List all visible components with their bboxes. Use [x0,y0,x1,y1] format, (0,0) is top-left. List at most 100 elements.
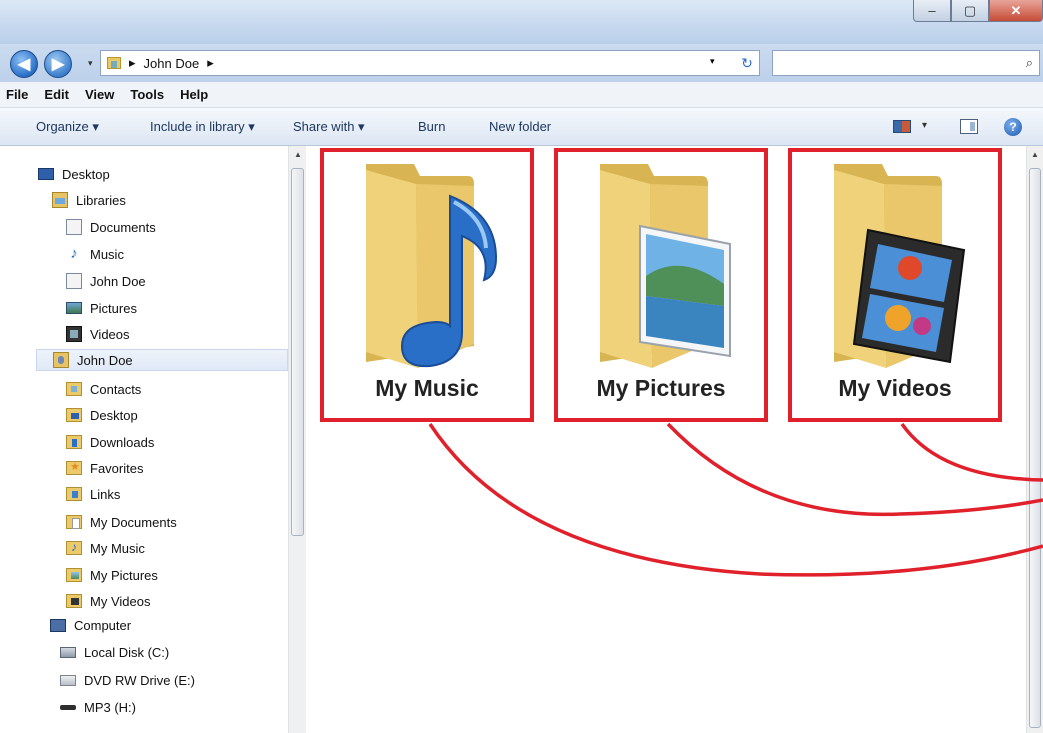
window-controls: – ▢ ✕ [913,0,1043,22]
computer-icon [50,618,66,632]
search-icon[interactable]: ⌕ [1026,55,1033,71]
view-options-dropdown[interactable]: ▾ [922,120,927,131]
nav-item-mp3-drive[interactable]: MP3 (H:) [60,696,136,718]
address-row: ◀ ▶ ▾ ▸ John Doe ▸ ▾ ↻ ⌕ [0,44,1043,82]
desktop-icon [38,168,54,180]
folder-label: My Music [375,375,479,401]
nav-item-documents[interactable]: Documents [66,216,156,238]
music-folder-icon [366,164,498,368]
user-folder-icon [53,352,69,368]
share-with-button[interactable]: Share with ▾ [293,119,365,135]
recent-pages-dropdown[interactable]: ▾ [88,58,93,69]
nav-item-label: DVD RW Drive (E:) [84,672,195,688]
nav-item-label: Pictures [90,300,137,316]
folder-tile-my-videos[interactable]: My Videos [788,148,1002,422]
desktop-folder-icon [66,408,82,422]
nav-item-local-disk[interactable]: Local Disk (C:) [60,641,169,663]
menu-file[interactable]: File [6,87,28,102]
mp3-drive-icon [60,704,76,710]
burn-button[interactable]: Burn [418,119,445,134]
scrollbar-thumb[interactable] [291,168,304,536]
nav-item-contacts[interactable]: Contacts [66,378,141,400]
navigation-scrollbar[interactable]: ▲ [288,146,306,733]
back-button[interactable]: ◀ [10,50,38,78]
my-music-folder-icon [66,540,82,555]
breadcrumb-separator-trailing[interactable]: ▸ [207,55,214,71]
include-in-library-button[interactable]: Include in library ▾ [150,119,255,135]
nav-item-label: Favorites [90,460,144,476]
nav-item-favorites[interactable]: Favorites [66,457,143,479]
minimize-button[interactable]: – [913,0,951,22]
help-icon[interactable]: ? [1004,118,1022,136]
close-button[interactable]: ✕ [989,0,1043,22]
nav-item-label: John Doe [90,273,146,289]
maximize-button[interactable]: ▢ [951,0,989,22]
menu-edit[interactable]: Edit [44,87,69,102]
folder-tile-my-pictures[interactable]: My Pictures [554,148,768,422]
nav-item-john-doe-library[interactable]: John Doe [66,270,146,292]
nav-item-links[interactable]: Links [66,483,120,505]
forward-button[interactable]: ▶ [44,50,72,78]
videos-icon [66,326,82,342]
breadcrumb-separator[interactable]: ▸ [129,55,136,71]
nav-item-label: My Pictures [90,567,158,583]
nav-item-dvd-drive[interactable]: DVD RW Drive (E:) [60,669,195,691]
file-list-pane: My Music My Pictures My Videos [306,146,1026,733]
nav-item-john-doe[interactable]: John Doe [36,349,288,371]
scroll-up-arrow-icon[interactable]: ▲ [294,150,302,159]
content-scrollbar[interactable]: ▲ [1026,146,1043,733]
breadcrumb-current[interactable]: John Doe [144,56,200,71]
nav-item-label: My Documents [90,514,177,530]
nav-item-libraries[interactable]: Libraries [52,189,126,211]
nav-item-label: Downloads [90,434,155,450]
title-bar: – ▢ ✕ [0,0,1043,44]
folder-tile-my-music[interactable]: My Music [320,148,534,422]
my-videos-folder-icon [66,594,82,608]
nav-item-label: MP3 (H:) [84,699,136,715]
nav-item-label: John Doe [77,352,133,368]
nav-item-videos[interactable]: Videos [66,323,130,345]
preview-pane-icon[interactable] [960,119,978,134]
nav-item-pictures[interactable]: Pictures [66,297,137,319]
nav-item-computer[interactable]: Computer [50,614,131,636]
my-pictures-folder-icon [66,568,82,582]
pictures-icon [66,302,82,314]
favorites-folder-icon [66,460,82,475]
nav-item-desktop[interactable]: Desktop [38,163,110,185]
refresh-button[interactable]: ↻ [735,51,759,75]
nav-item-label: Links [90,486,121,502]
user-folder-icon [66,273,82,289]
documents-icon [66,219,82,235]
nav-item-my-pictures[interactable]: My Pictures [66,564,158,586]
folder-label: My Videos [838,375,952,401]
nav-item-my-music[interactable]: My Music [66,537,145,559]
links-folder-icon [66,487,82,501]
scroll-up-arrow-icon[interactable]: ▲ [1031,150,1039,159]
music-icon: ♪ [70,245,78,262]
menu-help[interactable]: Help [180,87,208,102]
nav-item-label: Contacts [90,381,142,397]
nav-item-desktop-folder[interactable]: Desktop [66,404,138,426]
scrollbar-thumb[interactable] [1029,168,1041,728]
menu-tools[interactable]: Tools [130,87,164,102]
nav-item-label: Videos [90,326,130,342]
local-disk-icon [60,646,76,658]
libraries-icon [52,192,68,208]
change-view-icon[interactable] [893,120,911,133]
nav-item-my-videos[interactable]: My Videos [66,590,150,612]
address-bar[interactable]: ▸ John Doe ▸ [100,50,760,76]
nav-item-downloads[interactable]: Downloads [66,431,154,453]
search-input[interactable]: ⌕ [772,50,1040,76]
nav-item-label: Music [90,246,124,262]
organize-button[interactable]: Organize ▾ [36,119,99,135]
new-folder-button[interactable]: New folder [489,119,551,134]
contacts-folder-icon [66,382,82,396]
nav-item-my-documents[interactable]: My Documents [66,511,177,533]
address-history-dropdown[interactable]: ▾ [710,56,715,67]
command-bar: Organize ▾ Include in library ▾ Share wi… [0,108,1043,146]
menu-bar: File Edit View Tools Help [0,82,1043,108]
menu-view[interactable]: View [85,87,114,102]
nav-item-music[interactable]: ♪ Music [66,243,124,265]
nav-item-label: Desktop [62,166,110,182]
dvd-drive-icon [60,674,76,686]
